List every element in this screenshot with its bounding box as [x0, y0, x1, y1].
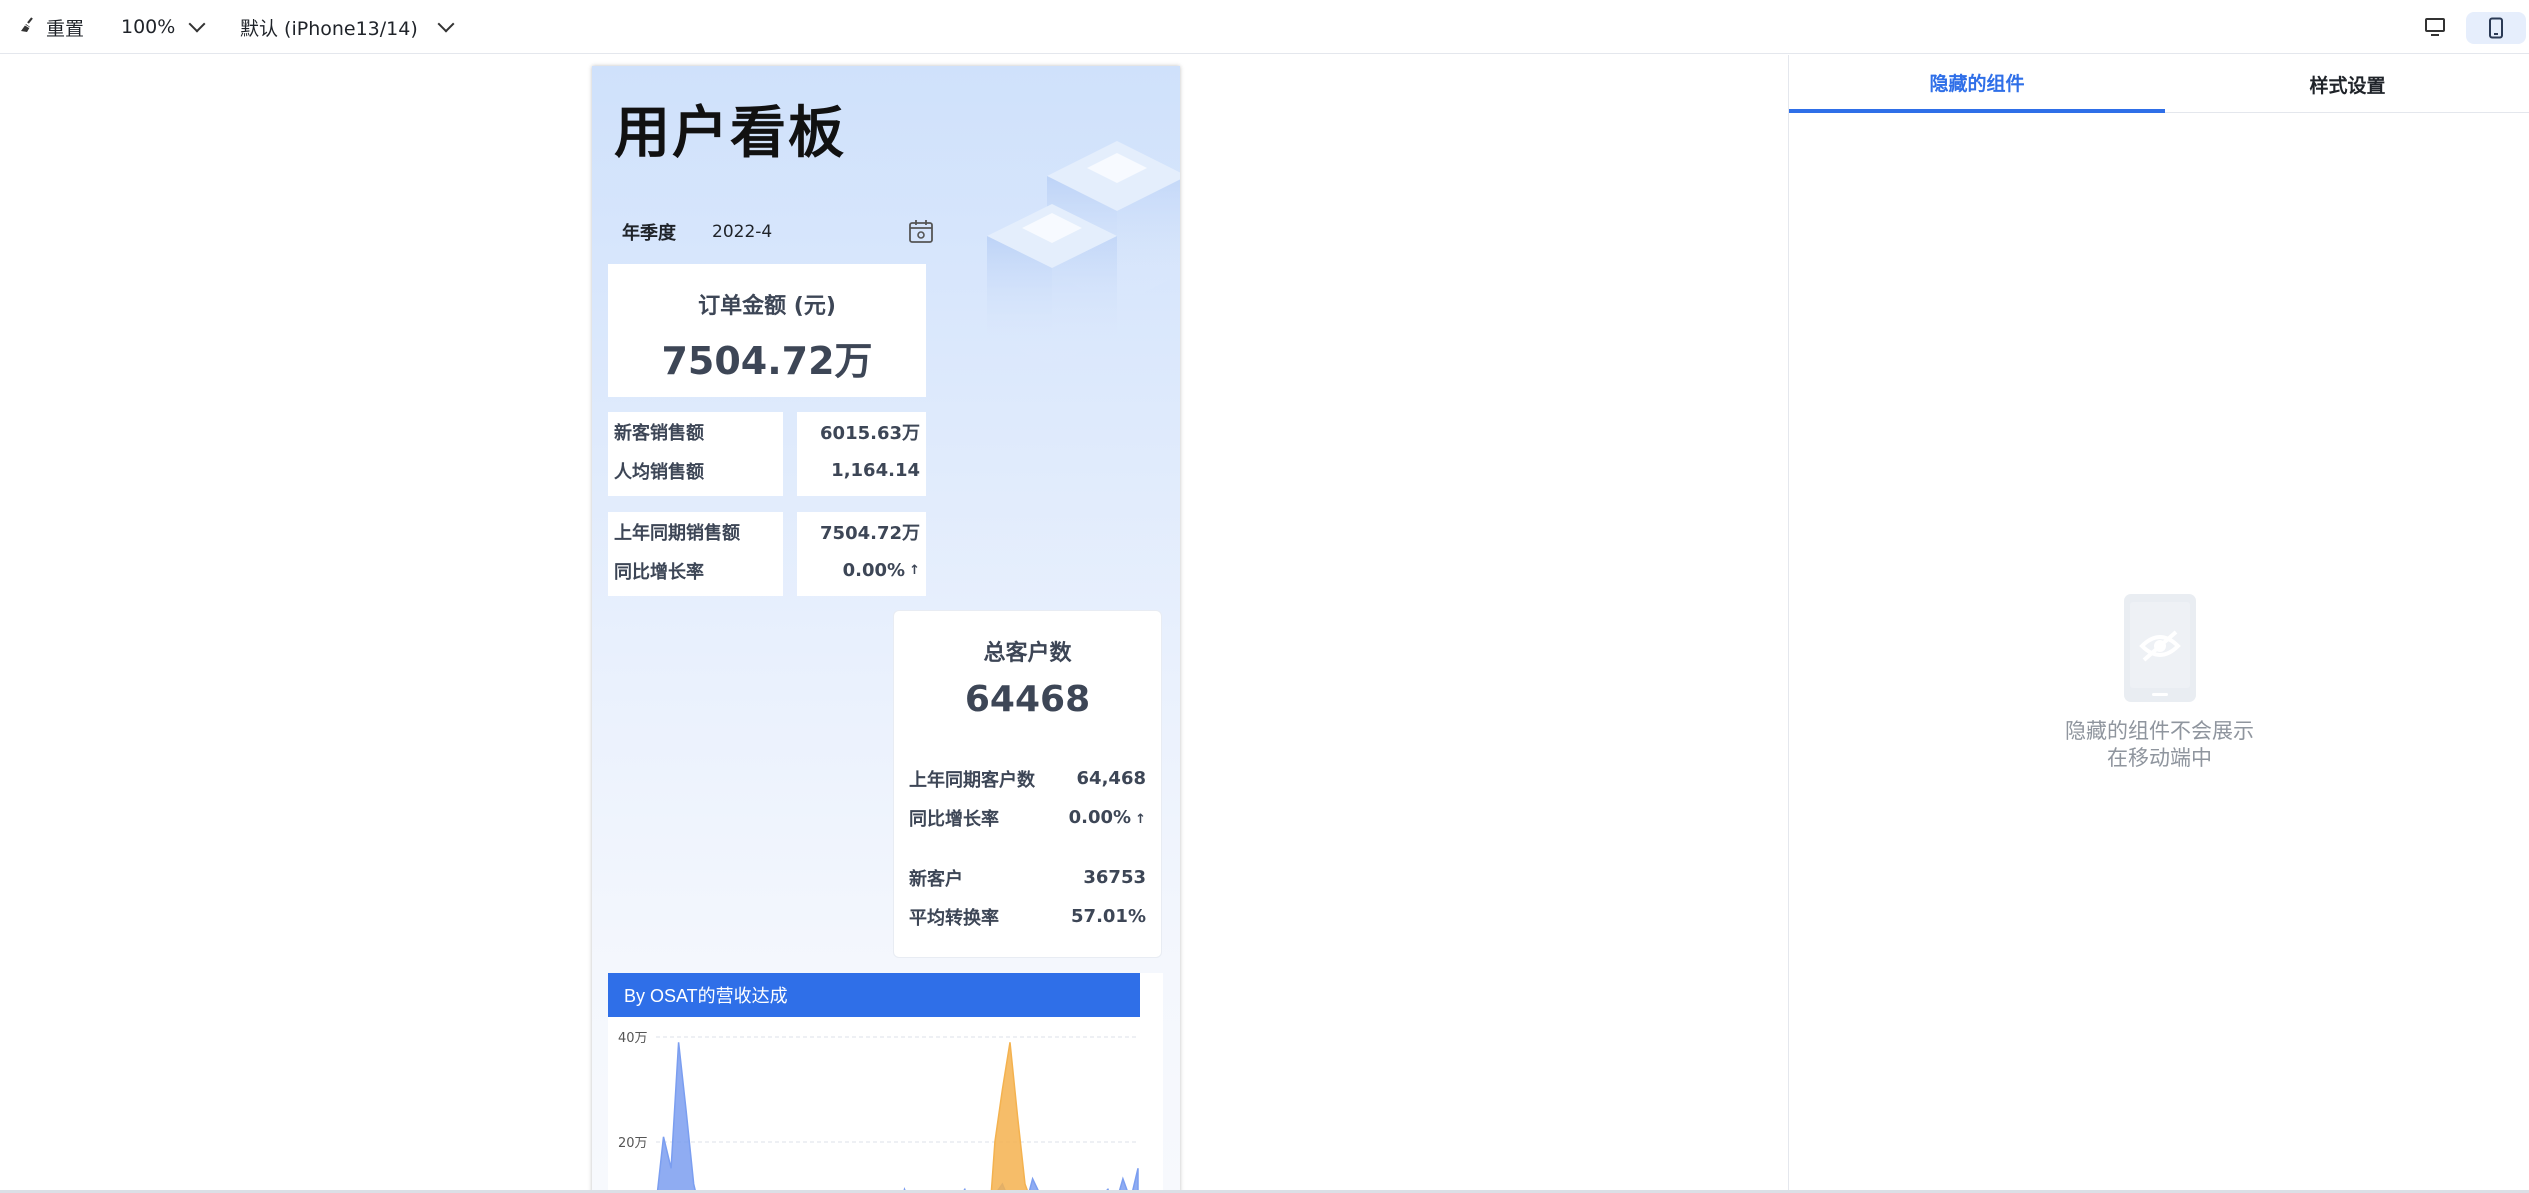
dashboard-title: 用户看板: [614, 101, 846, 166]
broom-icon: [18, 16, 36, 39]
arrow-up-icon: ↑: [909, 563, 920, 578]
mobile-view-button[interactable]: [2466, 12, 2526, 44]
empty-text-line1: 隐藏的组件不会展示: [2065, 719, 2254, 743]
customer-yoy-value-wrap: 0.00% ↑: [1069, 807, 1146, 828]
yoy-growth-label: 同比增长率: [614, 561, 704, 583]
yoy-growth-row: 0.00% ↑: [797, 551, 926, 590]
device-value: 默认 (iPhone13/14): [240, 17, 418, 40]
conversion-rate-value: 57.01%: [1071, 906, 1146, 927]
reset-button[interactable]: 重置: [18, 0, 84, 54]
y-tick-label: 20万: [618, 1136, 648, 1151]
chevron-down-icon: [188, 15, 206, 33]
desktop-icon: [2425, 18, 2445, 36]
mobile-icon: [2489, 17, 2503, 39]
last-year-sales-value: 7504.72万: [820, 522, 920, 544]
cube-decoration: [987, 141, 1180, 366]
new-customer-sales-label: 新客销售额: [614, 422, 704, 444]
mobile-preview: 用户看板 年季度 2022-4 订单金额 (元) 7504.72万 新客销售额 …: [592, 66, 1180, 1193]
top-toolbar: 重置 100% 默认 (iPhone13/14): [0, 0, 2529, 54]
osat-revenue-chart-card: By OSAT的营收达成 40万 20万: [608, 973, 1163, 1193]
customer-yoy-label: 同比增长率: [909, 808, 999, 830]
new-customers-row: 新客户 36753: [909, 858, 1146, 897]
order-amount-card: 订单金额 (元) 7504.72万: [608, 264, 926, 397]
total-customers-label: 总客户数: [983, 641, 1072, 666]
avg-sales-label: 人均销售额: [614, 461, 704, 483]
customer-yoy-value: 0.00%: [1068, 807, 1132, 828]
order-amount-label: 订单金额 (元): [698, 294, 836, 319]
empty-text-line2: 在移动端中: [2107, 746, 2212, 770]
conversion-rate-label: 平均转换率: [909, 907, 999, 929]
last-year-customers-value: 64,468: [1076, 768, 1146, 789]
yoy-growth-value: 0.00%: [842, 560, 906, 581]
date-filter[interactable]: 年季度 2022-4: [622, 216, 933, 248]
arrow-up-icon: ↑: [1135, 812, 1146, 827]
conversion-rate-row: 平均转换率 57.01%: [909, 897, 1146, 936]
date-label: 年季度: [622, 223, 676, 244]
zoom-value: 100%: [121, 16, 176, 38]
avg-sales-value: 1,164.14: [831, 460, 920, 481]
order-amount-value: 7504.72万: [661, 339, 873, 383]
sales-labels-card: 新客销售额 人均销售额: [608, 412, 783, 496]
last-year-sales-label: 上年同期销售额: [614, 522, 740, 544]
calendar-icon[interactable]: [907, 218, 935, 250]
device-select[interactable]: 默认 (iPhone13/14): [240, 0, 455, 54]
desktop-view-button[interactable]: [2418, 12, 2452, 42]
compare-labels-card: 上年同期销售额 同比增长率: [608, 512, 783, 596]
series-area-1: [990, 1042, 1030, 1193]
series-area-0: [656, 1042, 1139, 1193]
new-customers-value: 36753: [1083, 867, 1146, 888]
chevron-down-icon: [437, 15, 455, 33]
customer-yoy-row: 同比增长率 0.00% ↑: [909, 798, 1146, 837]
tab-style-settings[interactable]: 样式设置: [2165, 55, 2529, 113]
total-customers-card: 总客户数 64468 上年同期客户数 64,468 同比增长率 0.00% ↑ 新…: [893, 610, 1162, 958]
zoom-select[interactable]: 100%: [121, 0, 206, 54]
hidden-phone-icon: [2123, 594, 2196, 702]
sales-values-card: 6015.63万 1,164.14: [797, 412, 926, 496]
last-year-customers-row: 上年同期客户数 64,468: [909, 759, 1146, 798]
total-customers-value: 64468: [964, 679, 1091, 720]
empty-state: 隐藏的组件不会展示 在移动端中: [1789, 592, 2529, 772]
last-year-customers-label: 上年同期客户数: [909, 769, 1035, 791]
new-customers-label: 新客户: [909, 868, 963, 890]
chart-title: By OSAT的营收达成: [608, 973, 1140, 1017]
panel-tabs: 隐藏的组件 样式设置: [1789, 55, 2529, 113]
new-customer-sales-value: 6015.63万: [820, 422, 920, 444]
date-value: 2022-4: [712, 222, 773, 242]
y-tick-label: 40万: [618, 1031, 648, 1046]
tab-hidden-components[interactable]: 隐藏的组件: [1789, 55, 2165, 113]
right-panel: 隐藏的组件 样式设置 隐藏的组件不会展示 在移动端中: [1788, 55, 2529, 1193]
compare-values-card: 7504.72万 0.00% ↑: [797, 512, 926, 596]
osat-revenue-chart: 40万 20万: [618, 1031, 1139, 1193]
reset-label: 重置: [46, 17, 85, 40]
preview-canvas: 用户看板 年季度 2022-4 订单金额 (元) 7504.72万 新客销售额 …: [0, 55, 1788, 1193]
